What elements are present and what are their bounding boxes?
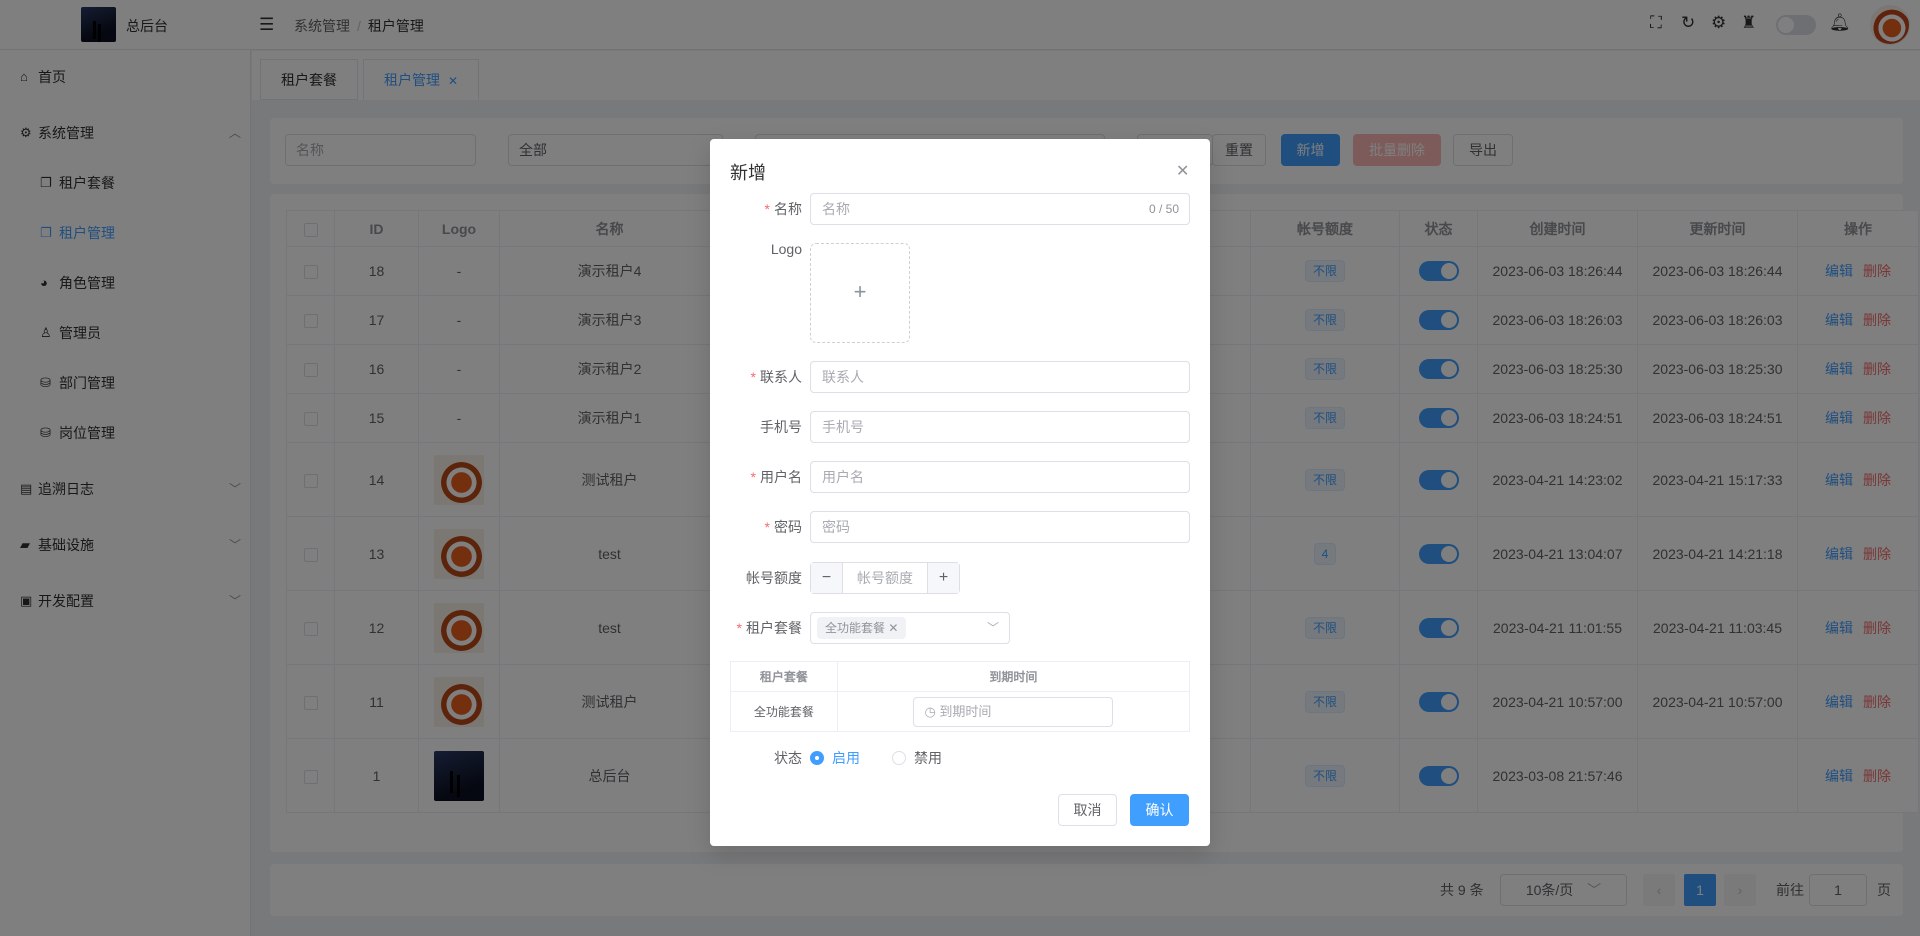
quota-label: 帐号额度 — [746, 570, 802, 586]
plus-icon[interactable]: + — [927, 563, 959, 593]
cancel-button[interactable]: 取消 — [1058, 794, 1117, 826]
plus-icon: + — [853, 279, 867, 304]
name-input[interactable]: 名称 0 / 50 — [810, 193, 1190, 225]
sub-col-package: 租户套餐 — [730, 661, 838, 692]
add-tenant-dialog: 新增 ✕ * 名称 名称 0 / 50 Logo + * 联系人 联系人 手机号 手… — [710, 139, 1210, 846]
close-icon[interactable]: ✕ — [1176, 161, 1189, 181]
quota-input[interactable]: 帐号额度 — [843, 563, 927, 593]
phone-input[interactable]: 手机号 — [810, 411, 1190, 443]
dialog-title: 新增 — [730, 163, 766, 183]
sub-cell-package: 全功能套餐 — [730, 691, 838, 732]
logo-upload[interactable]: + — [810, 243, 910, 343]
contact-label: * 联系人 — [750, 369, 802, 385]
sub-col-expire: 到期时间 — [836, 661, 1191, 692]
close-icon[interactable]: ✕ — [888, 621, 898, 635]
expire-date-input[interactable]: ◷ 到期时间 — [913, 696, 1114, 727]
name-char-count: 0 / 50 — [1148, 202, 1179, 216]
chevron-down-icon: ﹀ — [986, 621, 999, 635]
quota-stepper[interactable]: − 帐号额度 + — [810, 562, 960, 594]
contact-input[interactable]: 联系人 — [810, 361, 1190, 393]
status-disabled-radio[interactable]: 禁用 — [892, 742, 942, 774]
username-label: * 用户名 — [750, 469, 802, 485]
package-label: * 租户套餐 — [736, 620, 802, 636]
table-row: 全功能套餐 ◷ 到期时间 — [730, 691, 1191, 732]
password-label: * 密码 — [764, 519, 802, 535]
name-placeholder: 名称 — [822, 201, 850, 217]
sub-cell-expire: ◷ 到期时间 — [836, 691, 1191, 732]
phone-label: 手机号 — [760, 419, 802, 435]
name-label: * 名称 — [764, 201, 802, 217]
status-enabled-radio[interactable]: 启用 — [810, 742, 860, 774]
clock-icon: ◷ — [924, 703, 936, 719]
package-tag: 全功能套餐 ✕ — [817, 617, 907, 639]
minus-icon[interactable]: − — [811, 563, 843, 593]
package-expire-table: 租户套餐 到期时间 全功能套餐 ◷ 到期时间 — [730, 661, 1191, 732]
logo-label: Logo — [770, 241, 802, 257]
confirm-button[interactable]: 确认 — [1130, 794, 1189, 826]
password-input[interactable]: 密码 — [810, 511, 1190, 543]
package-select[interactable]: 全功能套餐 ✕ ﹀ — [810, 612, 1010, 644]
status-label: 状态 — [774, 750, 802, 766]
username-input[interactable]: 用户名 — [810, 461, 1190, 493]
